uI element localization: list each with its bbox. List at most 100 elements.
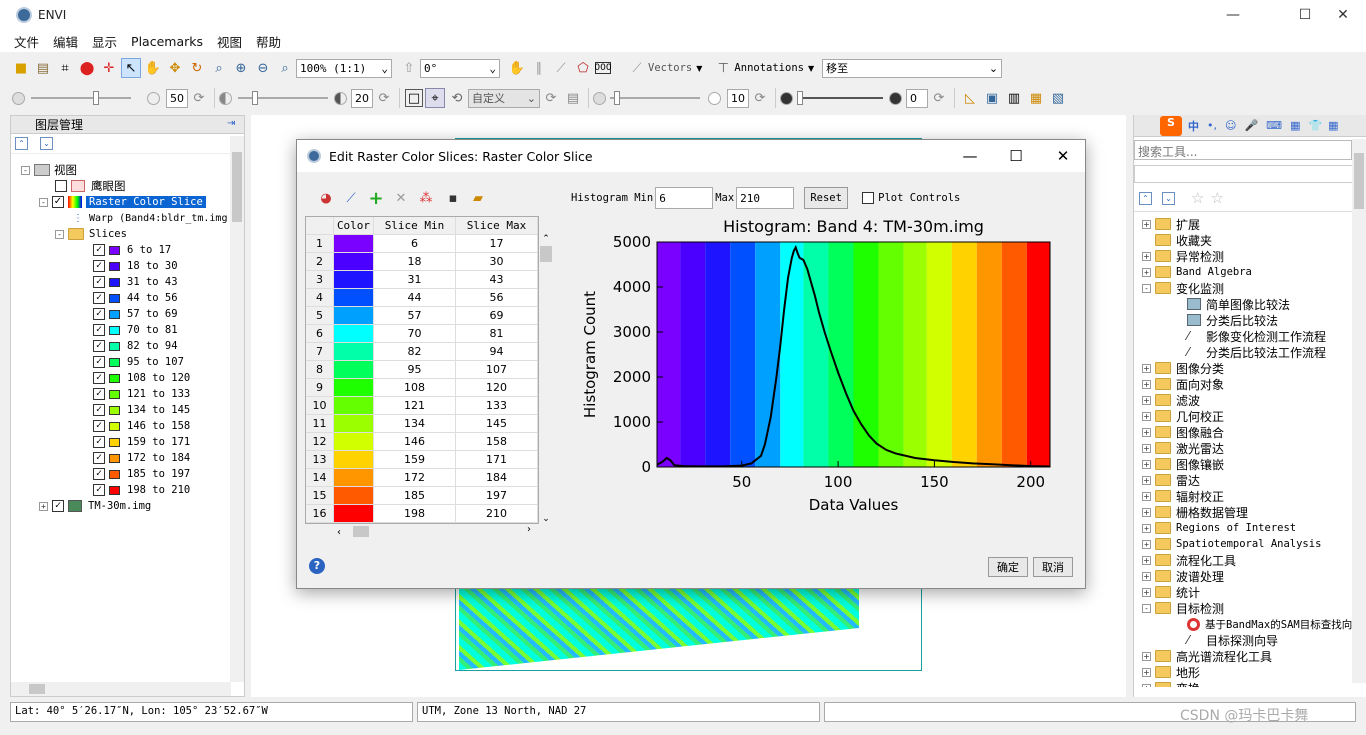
goto-field[interactable]: 移至 ⌄ xyxy=(822,58,1003,78)
slice-checkbox[interactable]: ✓ xyxy=(93,468,105,480)
menu-edit[interactable]: 编辑 xyxy=(46,32,85,51)
slice-table-row[interactable]: 6 70 81 xyxy=(306,325,538,343)
expand-icon[interactable]: + xyxy=(1142,363,1151,373)
slice-table-row[interactable]: 10 121 133 xyxy=(306,397,538,415)
tool-folder[interactable]: - 目标检测 xyxy=(1142,600,1224,616)
expand-icon[interactable]: + xyxy=(1142,427,1151,437)
slice-color-cell[interactable] xyxy=(334,415,374,432)
slice-item[interactable]: ✓ 121 to 133 xyxy=(93,386,190,402)
collapse-icon[interactable]: - xyxy=(39,197,48,207)
layer-tree-hscrollbar[interactable] xyxy=(11,682,231,696)
brightness-value[interactable]: 50 xyxy=(166,88,188,108)
expand-icon[interactable]: + xyxy=(1142,651,1151,661)
brightness-slider[interactable] xyxy=(31,91,131,105)
warp-item[interactable]: ⋮ Warp (Band4:bldr_tm.img xyxy=(73,210,227,226)
help-icon[interactable]: ? xyxy=(309,558,325,574)
sharpen-value[interactable]: 10 xyxy=(727,88,749,108)
slice-color-cell[interactable] xyxy=(334,361,374,378)
auto-slice-icon[interactable]: ⟋ xyxy=(341,188,361,208)
slice-max-cell[interactable]: 43 xyxy=(456,271,538,288)
histogram-icon[interactable]: ▤ xyxy=(563,88,583,108)
ruler-icon[interactable]: ◺ xyxy=(960,88,980,108)
slice-max-cell[interactable]: 81 xyxy=(456,325,538,342)
expand-icon[interactable]: + xyxy=(1142,267,1151,277)
tool-item[interactable]: 分类后比较法 xyxy=(1174,312,1278,328)
slice-color-cell[interactable] xyxy=(334,343,374,360)
pan-hand-icon[interactable]: ✋ xyxy=(143,58,163,78)
slice-checkbox[interactable]: ✓ xyxy=(93,372,105,384)
vectors-menu[interactable]: Vectors xyxy=(648,62,692,74)
slice-item[interactable]: ✓ 198 to 210 xyxy=(93,482,190,498)
tool-folder[interactable]: - 变化监测 xyxy=(1142,280,1224,296)
slice-max-cell[interactable]: 69 xyxy=(456,307,538,324)
expand-icon[interactable]: + xyxy=(1142,667,1151,677)
apps-icon[interactable]: ▦ xyxy=(1328,119,1338,132)
rotate-icon[interactable]: ↻ xyxy=(187,58,207,78)
zoom-in-icon[interactable]: ⊕ xyxy=(231,58,251,78)
slice-table-row[interactable]: 4 44 56 xyxy=(306,289,538,307)
slice-max-cell[interactable]: 17 xyxy=(456,235,538,252)
expand-all-icon[interactable]: ⌃ xyxy=(1139,191,1152,205)
keyboard-icon[interactable]: ⌨ xyxy=(1266,119,1282,132)
tool-folder[interactable]: + 几何校正 xyxy=(1142,408,1224,424)
stretch-linear-icon[interactable]: □ xyxy=(405,89,423,107)
tool-folder[interactable]: + 滤波 xyxy=(1142,392,1200,408)
expand-icon[interactable]: + xyxy=(1142,411,1151,421)
collapse-icon[interactable]: - xyxy=(1142,603,1151,613)
tool-folder[interactable]: + 流程化工具 xyxy=(1142,552,1236,568)
expand-icon[interactable]: + xyxy=(1142,507,1151,517)
slice-checkbox[interactable]: ✓ xyxy=(93,260,105,272)
layout-2-icon[interactable]: ▦ xyxy=(1026,88,1046,108)
reset-stretch-icon[interactable]: ⟳ xyxy=(541,88,561,108)
slice-min-cell[interactable]: 82 xyxy=(374,343,456,360)
slice-min-cell[interactable]: 146 xyxy=(374,433,456,450)
roi-icon[interactable]: ⬠ xyxy=(573,58,593,78)
menu-file[interactable]: 文件 xyxy=(7,32,46,51)
tool-item[interactable]: 基于BandMax的SAM目标查找向 xyxy=(1174,616,1352,632)
tool-folder[interactable]: + Spatiotemporal Analysis xyxy=(1142,536,1321,552)
refresh-icon[interactable]: ⟲ xyxy=(447,88,467,108)
layer-checkbox[interactable]: ✓ xyxy=(52,196,64,208)
open-folder-icon[interactable]: ■ xyxy=(11,58,31,78)
slice-table-hscrollbar[interactable]: ‹ › xyxy=(337,524,537,538)
slice-min-cell[interactable]: 70 xyxy=(374,325,456,342)
zoom-out-icon[interactable]: ⊖ xyxy=(253,58,273,78)
slice-max-cell[interactable]: 158 xyxy=(456,433,538,450)
tool-folder[interactable]: + 图像镶嵌 xyxy=(1142,456,1224,472)
expand-icon[interactable]: + xyxy=(1142,571,1151,581)
slice-color-cell[interactable] xyxy=(334,325,374,342)
tool-folder[interactable]: + 激光雷达 xyxy=(1142,440,1224,456)
slice-color-cell[interactable] xyxy=(334,271,374,288)
select-arrow-icon[interactable]: ↖ xyxy=(121,58,141,78)
slice-item[interactable]: ✓ 185 to 197 xyxy=(93,466,190,482)
zoom-select[interactable]: 100% (1:1) ⌄ xyxy=(296,58,392,78)
fly-icon[interactable]: ✥ xyxy=(165,58,185,78)
slice-min-cell[interactable]: 172 xyxy=(374,469,456,486)
slice-max-cell[interactable]: 171 xyxy=(456,451,538,468)
slice-item[interactable]: ✓ 95 to 107 xyxy=(93,354,184,370)
sharpen-slider[interactable] xyxy=(610,91,700,105)
zoom-icon[interactable]: ⌕ xyxy=(209,58,229,78)
add-favorite-icon[interactable]: ☆ xyxy=(1210,189,1223,207)
histogram-chart[interactable]: Histogram: Band 4: TM-30m.img 50 100 150 200… xyxy=(577,210,1067,520)
tool-folder[interactable]: + Band Algebra xyxy=(1142,264,1252,280)
expand-icon[interactable]: + xyxy=(1142,683,1151,687)
reset-brightness-icon[interactable]: ⟳ xyxy=(189,88,209,108)
slice-item[interactable]: ✓ 146 to 158 xyxy=(93,418,190,434)
layer-tree-scrollbar[interactable] xyxy=(230,136,244,682)
slice-item[interactable]: ✓ 82 to 94 xyxy=(93,338,178,354)
clipboard-icon[interactable]: ▤ xyxy=(33,58,53,78)
vectors-icon[interactable]: ⟋ xyxy=(627,58,647,78)
slice-item[interactable]: ✓ 31 to 43 xyxy=(93,274,178,290)
slice-table-row[interactable]: 9 108 120 xyxy=(306,379,538,397)
transparency-slider[interactable] xyxy=(797,91,883,105)
collapse-icon[interactable]: - xyxy=(55,229,64,239)
stretch-options-icon[interactable]: ⌖ xyxy=(425,88,445,108)
zoom-fit-icon[interactable]: ⌕ xyxy=(275,58,295,78)
tool-folder[interactable]: + 高光谱流程化工具 xyxy=(1142,648,1272,664)
slice-checkbox[interactable]: ✓ xyxy=(93,420,105,432)
minimize-button[interactable]: — xyxy=(1210,0,1256,30)
slice-checkbox[interactable]: ✓ xyxy=(93,308,105,320)
expand-icon[interactable]: + xyxy=(1142,379,1151,389)
slice-table-row[interactable]: 15 185 197 xyxy=(306,487,538,505)
